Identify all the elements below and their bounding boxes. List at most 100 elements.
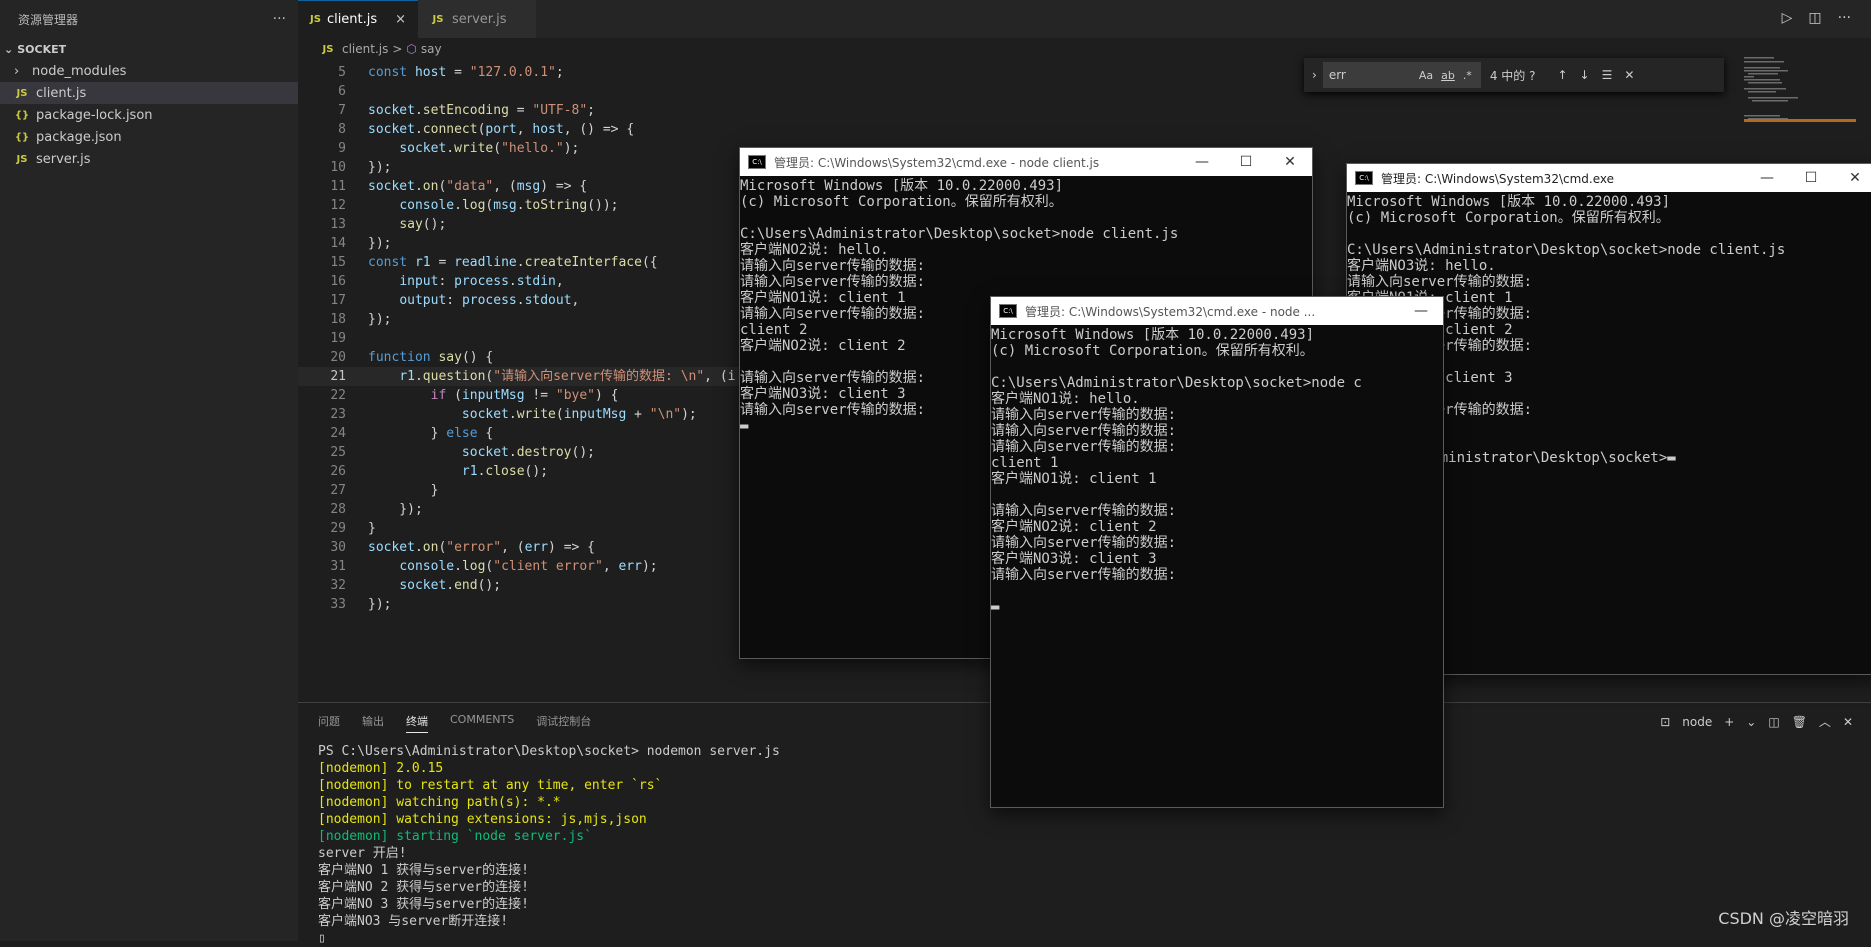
editor-tabs: JS client.js × JS server.js ▷ ◫ ··· [298, 0, 1871, 38]
window-title: 管理员: C:\Windows\System32\cmd.exe - node … [1025, 304, 1316, 319]
folder-section-socket[interactable]: ⌄ SOCKET [0, 38, 298, 60]
close-icon[interactable]: ✕ [1624, 68, 1634, 82]
chevron-down-icon[interactable]: ⌄ [1746, 715, 1756, 729]
cmd-line: 客户端NO1说: client 1 [991, 471, 1157, 487]
line-number: 11 [330, 179, 346, 194]
terminal-name[interactable]: node [1682, 715, 1712, 729]
cmd-titlebar[interactable]: C:\ 管理员: C:\Windows\System32\cmd.exe - n… [740, 148, 1312, 176]
close-icon[interactable]: ✕ [1268, 148, 1312, 176]
code-line[interactable]: 7 socket.setEncoding = "UTF-8"; [298, 101, 1698, 120]
cmd-line: 客户端NO2说: client 2 [991, 519, 1157, 535]
cmd-line [991, 359, 1443, 375]
cmd-line: Microsoft Windows [版本 10.0.22000.493] [740, 178, 1064, 194]
tab-client-js[interactable]: JS client.js × [298, 0, 418, 38]
code-line[interactable]: 8 socket.connect(port, host, () => { [298, 120, 1698, 139]
cmd-line: 请输入向server传输的数据: [991, 439, 1177, 455]
terminal-line: 客户端NO 3 获得与server的连接! [318, 897, 529, 912]
line-number: 28 [330, 502, 346, 517]
trash-icon[interactable]: 🗑 [1792, 715, 1807, 729]
cmd-window-client-2[interactable]: C:\ 管理员: C:\Windows\System32\cmd.exe - n… [990, 296, 1444, 808]
terminal-cursor: ▯ [318, 931, 326, 946]
terminal-line: 客户端NO 1 获得与server的连接! [318, 863, 529, 878]
line-number: 31 [330, 559, 346, 574]
cmd-line: (c) Microsoft Corporation。保留所有权利。 [1347, 210, 1670, 226]
more-actions-icon[interactable]: ··· [273, 11, 286, 27]
window-title: 管理员: C:\Windows\System32\cmd.exe - node … [774, 155, 1100, 170]
cmd-icon: C:\ [1355, 171, 1373, 185]
minimize-icon[interactable]: — [1399, 297, 1443, 325]
line-number: 17 [330, 293, 346, 308]
tree-item-label: package.json [36, 129, 122, 145]
tab-problems[interactable]: 问题 [318, 713, 340, 733]
terminal-line: 客户端NO 2 获得与server的连接! [318, 880, 529, 895]
tree-item-node-modules[interactable]: › node_modules [0, 60, 298, 82]
code-text: }); [368, 502, 423, 517]
tree-item-client-js[interactable]: JS client.js [0, 82, 298, 104]
tab-output[interactable]: 输出 [362, 713, 384, 733]
cmd-line: 请输入向server传输的数据: [740, 274, 926, 290]
js-file-icon: JS [322, 43, 334, 55]
line-number: 10 [330, 160, 346, 175]
line-number: 14 [330, 236, 346, 251]
minimize-icon[interactable]: — [1745, 164, 1789, 192]
line-number: 7 [338, 103, 346, 118]
more-actions-icon[interactable]: ··· [1838, 10, 1851, 26]
cmd-titlebar[interactable]: C:\ 管理员: C:\Windows\System32\cmd.exe - n… [991, 297, 1443, 325]
code-text: }); [368, 312, 392, 327]
tab-server-js[interactable]: JS server.js [418, 0, 536, 38]
code-text: function say() { [368, 350, 494, 365]
line-number: 15 [330, 255, 346, 270]
previous-match-icon[interactable]: ↑ [1557, 68, 1567, 82]
folder-name: SOCKET [17, 42, 67, 56]
json-file-icon: {} [14, 131, 30, 143]
split-editor-icon[interactable]: ◫ [1808, 10, 1821, 26]
tree-item-package-json[interactable]: {} package.json [0, 126, 298, 148]
tab-debug-console[interactable]: 调试控制台 [536, 713, 591, 733]
run-icon[interactable]: ▷ [1782, 10, 1793, 26]
maximize-panel-icon[interactable]: ︿ [1819, 713, 1831, 730]
add-terminal-icon[interactable]: + [1724, 715, 1734, 729]
breadcrumb: JS client.js > ⬡ say [298, 38, 1871, 60]
code-text: }); [368, 236, 392, 251]
minimize-icon[interactable]: — [1180, 148, 1224, 176]
find-in-selection-icon[interactable]: ☰ [1602, 68, 1613, 82]
cmd-line: Microsoft Windows [版本 10.0.22000.493] [1347, 194, 1671, 210]
chevron-right-icon[interactable]: › [1312, 68, 1317, 82]
tab-label: server.js [452, 11, 507, 27]
regex-icon[interactable]: .* [1463, 69, 1472, 82]
code-text: const host = "127.0.0.1"; [368, 65, 564, 80]
breadcrumb-separator: > [392, 42, 403, 56]
minimap[interactable] [1740, 55, 1860, 135]
tree-item-package-lock-json[interactable]: {} package-lock.json [0, 104, 298, 126]
code-text: r1.close(); [461, 464, 549, 479]
breadcrumb-symbol[interactable]: say [421, 42, 442, 56]
code-text: } [368, 483, 439, 498]
terminal-line: 客户端NO3 与server断开连接! [318, 914, 509, 929]
cmd-line: C:\Users\Administrator\Desktop\socket>no… [740, 226, 1179, 242]
maximize-icon[interactable]: ☐ [1224, 148, 1268, 176]
breadcrumb-file[interactable]: client.js [342, 42, 388, 56]
code-text: socket.on("error", (err) => { [368, 540, 596, 555]
match-case-icon[interactable]: Aa [1419, 69, 1433, 82]
find-input[interactable] [1322, 62, 1481, 88]
split-terminal-icon[interactable]: ◫ [1768, 715, 1779, 729]
tree-item-server-js[interactable]: JS server.js [0, 148, 298, 170]
cmd-icon: C:\ [999, 304, 1017, 318]
maximize-icon[interactable]: ☐ [1789, 164, 1833, 192]
close-icon[interactable]: × [395, 12, 406, 27]
cmd-titlebar[interactable]: C:\ 管理员: C:\Windows\System32\cmd.exe — ☐… [1347, 164, 1871, 192]
tab-comments[interactable]: COMMENTS [450, 713, 514, 733]
next-match-icon[interactable]: ↓ [1580, 68, 1590, 82]
tab-terminal[interactable]: 终端 [406, 713, 428, 733]
match-word-icon[interactable]: ab [1441, 69, 1455, 82]
window-title: 管理员: C:\Windows\System32\cmd.exe [1381, 171, 1614, 186]
cmd-output[interactable]: Microsoft Windows [版本 10.0.22000.493] (c)… [991, 325, 1443, 615]
close-icon[interactable]: ✕ [1833, 164, 1871, 192]
cmd-line: 客户端NO3说: client 3 [991, 551, 1157, 567]
terminal-output[interactable]: PS C:\Users\Administrator\Desktop\socket… [318, 743, 780, 947]
cmd-line: 客户端NO1说: hello. [991, 391, 1140, 407]
close-icon[interactable]: ✕ [1843, 715, 1853, 729]
cmd-line: 请输入向server传输的数据: [1347, 274, 1533, 290]
code-text: socket.end(); [399, 578, 502, 593]
tree-item-label: node_modules [32, 63, 127, 79]
